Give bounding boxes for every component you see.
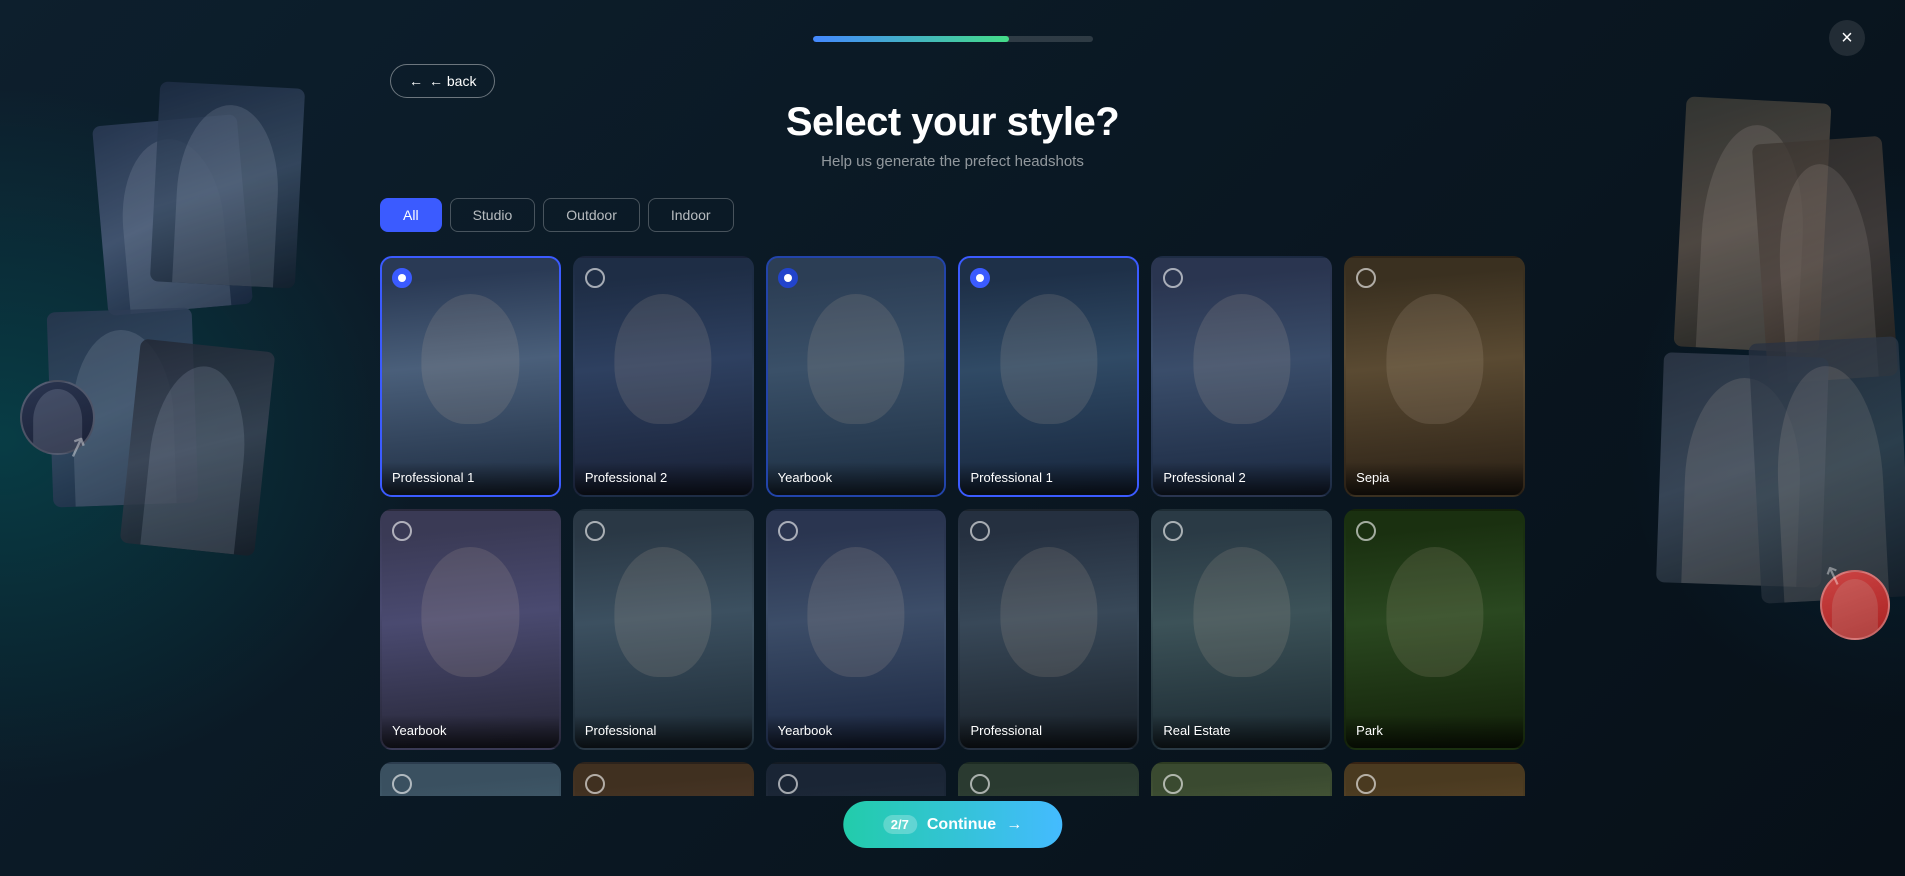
decor-panel-left-2: [150, 81, 305, 288]
step-indicator: 2/7: [883, 815, 917, 834]
style-card-16[interactable]: Professional: [958, 762, 1139, 796]
continue-arrow-icon: →: [1006, 816, 1022, 834]
main-content: Select your style? Help us generate the …: [380, 100, 1525, 876]
style-label-2: Professional 2: [575, 462, 752, 495]
decor-panel-left-3: [47, 308, 199, 508]
right-decoration: ↗: [1525, 0, 1905, 876]
style-grid: Professional 1 Professional 2 Yearbook Prof…: [380, 256, 1525, 796]
style-card-14[interactable]: Yearbook: [573, 762, 754, 796]
style-card-11[interactable]: Real Estate: [1151, 509, 1332, 750]
style-label-10: Professional: [960, 715, 1137, 748]
radio-14: [585, 774, 605, 794]
style-card-13[interactable]: Professional: [380, 762, 561, 796]
back-label: ← back: [429, 73, 476, 89]
filter-tab-studio[interactable]: Studio: [450, 198, 536, 232]
style-label-3: Yearbook: [768, 462, 945, 495]
decor-panel-right-1: [1674, 96, 1832, 353]
style-card-7[interactable]: Yearbook: [380, 509, 561, 750]
page-subtitle: Help us generate the prefect headshots: [380, 153, 1525, 170]
style-label-1: Professional 1: [382, 462, 559, 495]
style-card-8[interactable]: Professional: [573, 509, 754, 750]
close-button[interactable]: ×: [1829, 20, 1865, 56]
style-card-2[interactable]: Professional 2: [573, 256, 754, 497]
radio-8: [585, 521, 605, 541]
radio-12: [1356, 521, 1376, 541]
style-card-1[interactable]: Professional 1: [380, 256, 561, 497]
style-label-12: Park: [1346, 715, 1523, 748]
radio-10: [970, 521, 990, 541]
progress-fill: [813, 36, 1009, 42]
style-card-12[interactable]: Park: [1344, 509, 1525, 750]
radio-11: [1163, 521, 1183, 541]
radio-6: [1356, 268, 1376, 288]
filter-tab-outdoor[interactable]: Outdoor: [543, 198, 640, 232]
continue-button[interactable]: 2/7 Continue →: [843, 801, 1062, 848]
radio-9: [778, 521, 798, 541]
radio-1: [392, 268, 412, 288]
arrow-right-icon: ↗: [1819, 557, 1850, 594]
filter-tabs: All Studio Outdoor Indoor: [380, 198, 1525, 232]
radio-18: [1356, 774, 1376, 794]
radio-5: [1163, 268, 1183, 288]
decor-panel-left-1: [92, 114, 253, 316]
continue-container: 2/7 Continue →: [843, 801, 1062, 848]
avatar-left: [20, 380, 95, 455]
radio-16: [970, 774, 990, 794]
style-label-6: Sepia: [1346, 462, 1523, 495]
radio-15: [778, 774, 798, 794]
style-card-5[interactable]: Professional 2: [1151, 256, 1332, 497]
radio-2: [585, 268, 605, 288]
style-card-10[interactable]: Professional: [958, 509, 1139, 750]
radio-4: [970, 268, 990, 288]
back-button[interactable]: ← ← back: [390, 64, 495, 98]
decor-panel-right-4: [1748, 336, 1905, 603]
filter-tab-all[interactable]: All: [380, 198, 442, 232]
style-label-8: Professional: [575, 715, 752, 748]
radio-7: [392, 521, 412, 541]
style-label-11: Real Estate: [1153, 715, 1330, 748]
page-title: Select your style?: [380, 100, 1525, 145]
style-label-7: Yearbook: [382, 715, 559, 748]
page-container: ↗ ↗ × ← ← back Select your style? Help u…: [0, 0, 1905, 876]
decor-panel-right-3: [1656, 352, 1829, 588]
style-card-4[interactable]: Professional 1: [958, 256, 1139, 497]
back-arrow-icon: ←: [409, 73, 423, 89]
style-card-9[interactable]: Yearbook: [766, 509, 947, 750]
decor-panel-right-2: [1752, 136, 1898, 384]
style-label-5: Professional 2: [1153, 462, 1330, 495]
radio-3: [778, 268, 798, 288]
style-label-9: Yearbook: [768, 715, 945, 748]
progress-bar: [813, 36, 1093, 42]
style-card-6[interactable]: Sepia: [1344, 256, 1525, 497]
radio-17: [1163, 774, 1183, 794]
radio-13: [392, 774, 412, 794]
style-card-18[interactable]: Professional 2: [1344, 762, 1525, 796]
decor-panel-left-4: [120, 339, 276, 557]
avatar-right: [1820, 570, 1890, 640]
style-card-17[interactable]: Yearbook: [1151, 762, 1332, 796]
style-card-3[interactable]: Yearbook: [766, 256, 947, 497]
left-decoration: ↗: [0, 0, 380, 876]
style-label-4: Professional 1: [960, 462, 1137, 495]
style-card-15[interactable]: Professional 2: [766, 762, 947, 796]
arrow-left-icon: ↗: [60, 427, 93, 466]
continue-label: Continue: [927, 816, 996, 834]
filter-tab-indoor[interactable]: Indoor: [648, 198, 734, 232]
